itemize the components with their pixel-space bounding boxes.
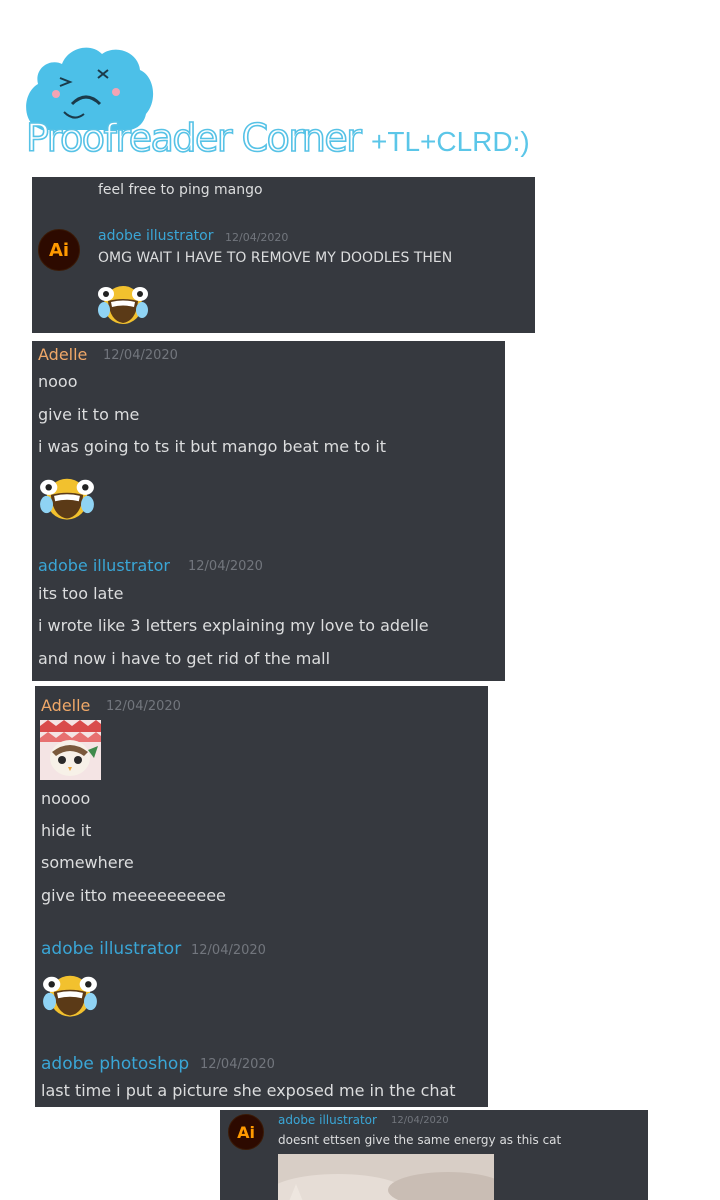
cat-photo-icon[interactable] (278, 1154, 494, 1200)
username[interactable]: adobe illustrator (41, 939, 181, 959)
message-text: OMG WAIT I HAVE TO REMOVE MY DOODLES THE… (98, 250, 453, 266)
laughing-crying-emoji-icon (98, 286, 148, 324)
message-text: i was going to ts it but mango beat me t… (38, 437, 387, 456)
username[interactable]: adobe illustrator (98, 228, 213, 244)
timestamp: 12/04/2020 (188, 559, 263, 574)
timestamp: 12/04/2020 (106, 699, 181, 714)
message-text: last time i put a picture she exposed me… (41, 1081, 456, 1100)
laughing-crying-emoji-icon (40, 478, 94, 520)
adobe-illustrator-avatar[interactable]: Ai (38, 229, 80, 271)
username[interactable]: adobe illustrator (38, 556, 170, 575)
message-text: doesnt ettsen give the same energy as th… (278, 1133, 562, 1147)
timestamp: 12/04/2020 (225, 231, 289, 244)
message-text: somewhere (41, 853, 134, 872)
timestamp: 12/04/2020 (103, 348, 178, 363)
chat-panel-2: Adelle 12/04/2020 nooo give it to me i w… (32, 341, 505, 681)
username[interactable]: adobe photoshop (41, 1054, 189, 1074)
timestamp: 12/04/2020 (200, 1057, 275, 1072)
username[interactable]: Adelle (38, 345, 87, 364)
title-tag: +TL+CLRD:) (370, 126, 530, 157)
profile-picture-icon[interactable] (40, 720, 101, 780)
message-text: hide it (41, 821, 92, 840)
avatar-label: Ai (237, 1122, 255, 1142)
chat-panel-3: Adelle 12/04/2020 noooo hide it somewher… (35, 686, 488, 1107)
message-text: give it to me (38, 405, 140, 424)
title-text: Proofreader Corner (25, 115, 362, 161)
message-text: give itto meeeeeeeeee (41, 886, 226, 905)
timestamp: 12/04/2020 (391, 1115, 449, 1126)
chat-panel-1: feel free to ping mango Ai adobe illustr… (32, 177, 535, 333)
adobe-illustrator-avatar[interactable]: Ai (228, 1114, 264, 1150)
page-title: Proofreader Corner +TL+CLRD:) (25, 115, 530, 161)
message-text: and now i have to get rid of the mall (38, 649, 331, 668)
message-text: feel free to ping mango (98, 182, 263, 198)
timestamp: 12/04/2020 (191, 943, 266, 958)
avatar-label: Ai (48, 239, 70, 261)
message-text: i wrote like 3 letters explaining my lov… (38, 616, 429, 635)
message-text: noooo (41, 789, 91, 808)
message-text: nooo (38, 372, 78, 391)
chat-panel-4: Ai adobe illustrator 12/04/2020 doesnt e… (220, 1110, 648, 1200)
laughing-crying-emoji-icon (43, 975, 97, 1017)
message-text: its too late (38, 584, 124, 603)
username[interactable]: Adelle (41, 696, 90, 715)
username[interactable]: adobe illustrator (278, 1113, 377, 1127)
